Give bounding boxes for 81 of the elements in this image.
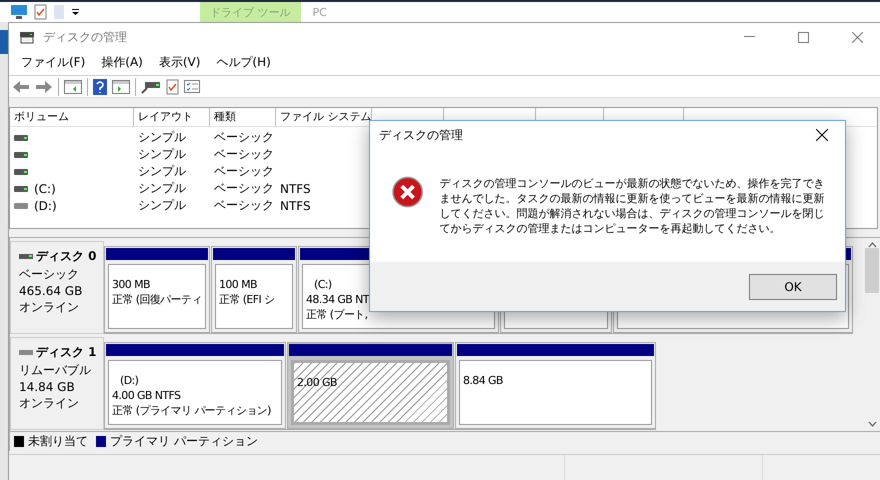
table-cell-text: ベーシック xyxy=(213,146,275,164)
minimize-icon xyxy=(744,36,754,38)
legend-label: プライマリ パーティション xyxy=(110,432,258,450)
partition-block[interactable]: 2.00 GB xyxy=(287,342,454,429)
partition-text: 100 MB xyxy=(219,276,258,292)
table-cell-text: ベーシック xyxy=(213,163,275,180)
column-header[interactable]: ボリューム xyxy=(10,108,134,126)
panel-icon[interactable] xyxy=(64,80,82,94)
partition-text: 48.34 GB NT xyxy=(306,292,370,307)
partition-text: 正常 (回復パーティ xyxy=(112,292,203,307)
table-cell: (D:) xyxy=(34,198,57,213)
partition-text: 300 MB xyxy=(112,276,151,292)
maximize-icon xyxy=(798,32,808,42)
disk-type: リムーバブル xyxy=(19,362,92,379)
disk-name: ディスク 0 xyxy=(36,248,97,265)
ok-button[interactable]: OK xyxy=(749,274,837,300)
table-cell-text: シンプル xyxy=(137,163,187,180)
help-icon[interactable] xyxy=(93,78,107,95)
scroll-down-icon[interactable] xyxy=(868,420,876,427)
panel-icon[interactable] xyxy=(112,80,130,94)
disk-type: ベーシック xyxy=(19,266,80,283)
menu-item[interactable]: ファイル(F) xyxy=(13,54,94,72)
error-message: ディスクの管理コンソールのビューが最新の状態でないため、操作を完了できませんでした。タスクの最新の情報に更新を使ってビューを最新の情報に更新してください。問題が解消されない場合は、ディスクの管理コンソールを閉じてからディスクの管理またはコンピューターを再起動してください。 xyxy=(439,176,825,236)
table-cell-text: シンプル xyxy=(137,197,187,214)
partition-block[interactable]: (D:) 4.00 GB NTFS 正常 (プライマリ パーティション) xyxy=(104,342,286,429)
window-title: ディスクの管理 xyxy=(43,28,128,46)
dropdown-icon[interactable] xyxy=(71,8,80,16)
disk-size: 14.84 GB xyxy=(19,380,76,394)
checklist-icon[interactable] xyxy=(184,80,200,94)
menu-item[interactable]: ヘルプ(H) xyxy=(208,54,279,72)
menu-item[interactable]: 表示(V) xyxy=(150,54,208,72)
partition-text: 2.00 GB xyxy=(297,374,338,390)
partition-block[interactable]: 300 MB 正常 (回復パーティ xyxy=(104,246,210,333)
table-cell-text: ベーシック xyxy=(213,180,275,198)
forward-arrow-icon[interactable] xyxy=(35,80,53,94)
table-cell-text: ベーシック xyxy=(213,129,275,146)
table-cell-text: NTFS xyxy=(279,182,312,196)
drive-icon xyxy=(14,186,28,192)
column-header[interactable]: 種類 xyxy=(210,108,276,126)
disk-label-panel[interactable]: ディスク 1 リムーバブル 14.84 GB オンライン xyxy=(10,336,104,430)
disk-status: オンライン xyxy=(19,394,80,412)
drive-icon xyxy=(14,134,28,141)
table-cell-text: シンプル xyxy=(137,129,187,146)
partition-block[interactable]: 8.84 GB xyxy=(455,342,656,429)
partition-text: (C:) xyxy=(313,276,333,292)
table-cell-text: シンプル xyxy=(137,180,187,198)
drive-icon xyxy=(14,202,28,209)
checked-document-icon[interactable] xyxy=(166,78,179,95)
table-cell: (C:) xyxy=(34,182,56,196)
drive-icon xyxy=(14,168,28,175)
menu-item[interactable]: 操作(A) xyxy=(93,54,151,72)
scroll-thumb[interactable] xyxy=(865,248,879,293)
table-cell-text: ベーシック xyxy=(213,197,275,214)
checked-document-icon[interactable] xyxy=(34,4,47,20)
disk-label-panel[interactable]: ディスク 0 ベーシック 465.64 GB オンライン xyxy=(10,240,104,334)
drive-icon xyxy=(19,350,33,355)
close-icon xyxy=(852,32,862,42)
monitor-icon[interactable] xyxy=(10,4,28,20)
disk-status: オンライン xyxy=(19,298,80,316)
partition-text: (D:) xyxy=(119,372,140,388)
close-icon xyxy=(816,129,828,141)
disk-drive-icon xyxy=(19,30,35,44)
drive-icon xyxy=(14,152,28,158)
back-arrow-icon[interactable] xyxy=(12,80,30,94)
partition-text: 8.84 GB xyxy=(463,372,504,388)
column-header[interactable]: レイアウト xyxy=(134,108,210,126)
error-icon xyxy=(392,176,424,208)
table-cell-text: シンプル xyxy=(137,146,187,164)
table-cell-text: NTFS xyxy=(279,198,312,213)
partition-text: 4.00 GB NTFS xyxy=(112,388,182,403)
partition-text: 正常 (EFI シ xyxy=(219,292,276,307)
partition-text: 正常 (プライマリ パーティション) xyxy=(112,402,272,418)
legend-label: 未割り当て xyxy=(28,432,88,450)
disk-name: ディスク 1 xyxy=(36,344,97,361)
disk-search-icon[interactable] xyxy=(141,80,161,94)
disk-size: 465.64 GB xyxy=(19,284,84,298)
partition-block[interactable]: 100 MB 正常 (EFI シ xyxy=(211,246,297,333)
dialog-title: ディスクの管理 xyxy=(379,126,464,144)
drive-icon xyxy=(19,254,33,259)
partition-text: 正常 (ブート, xyxy=(306,306,368,322)
scroll-up-icon[interactable] xyxy=(868,242,876,248)
